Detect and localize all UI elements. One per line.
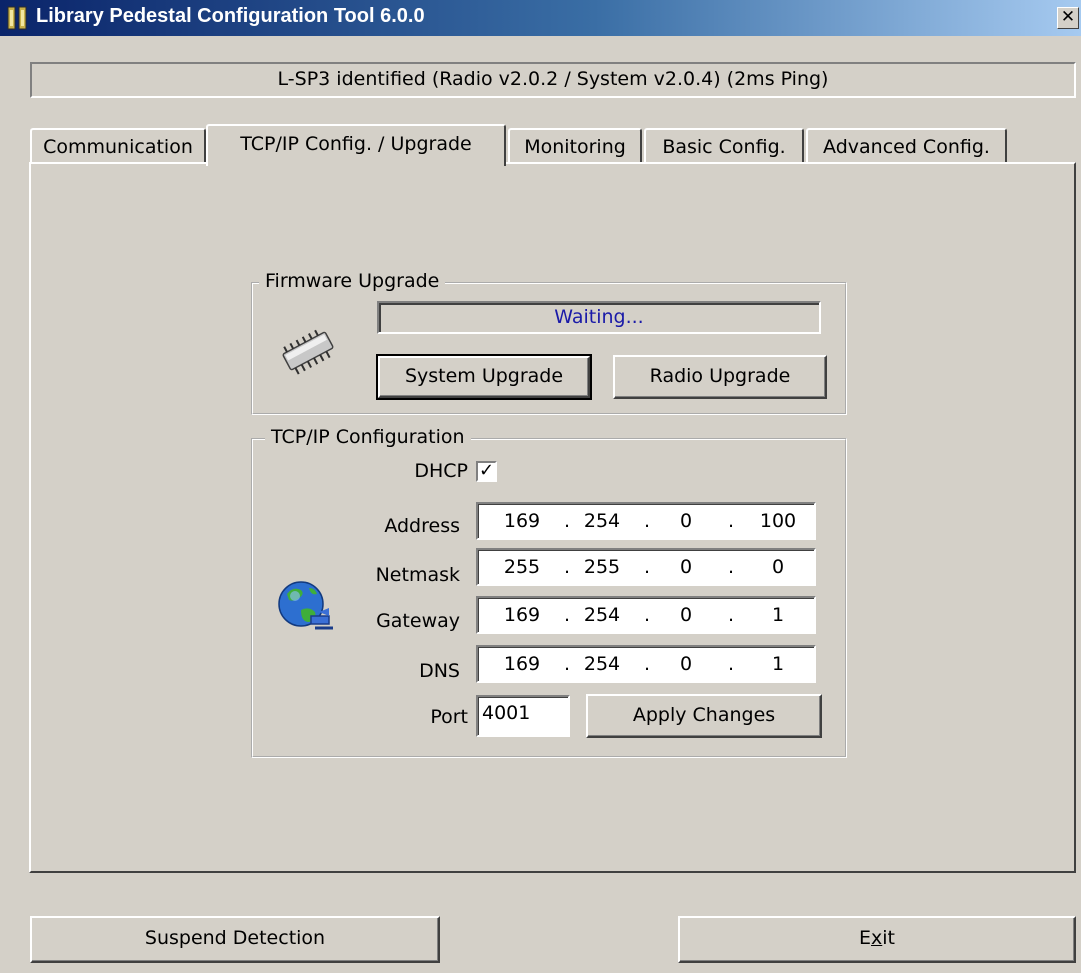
close-button[interactable]: ✕ bbox=[1057, 7, 1079, 29]
ip-octet: 255 bbox=[503, 556, 541, 578]
globe-network-icon bbox=[278, 581, 333, 630]
tab-basic-config[interactable]: Basic Config. bbox=[644, 128, 804, 164]
ip-octet: 1 bbox=[771, 653, 785, 675]
radio-upgrade-button[interactable]: Radio Upgrade bbox=[613, 355, 827, 399]
ip-octet: 254 bbox=[583, 604, 621, 626]
ip-separator: . bbox=[644, 604, 651, 626]
progress-status-text: Waiting... bbox=[554, 306, 644, 328]
button-label: Radio Upgrade bbox=[649, 365, 791, 387]
exit-label-suffix: it bbox=[882, 927, 895, 949]
app-window: Library Pedestal Configuration Tool 6.0.… bbox=[0, 0, 1081, 973]
ip-separator: . bbox=[644, 653, 651, 675]
button-label: Exit bbox=[859, 927, 895, 949]
button-label: Apply Changes bbox=[632, 704, 776, 726]
tab-advanced-config[interactable]: Advanced Config. bbox=[806, 128, 1007, 164]
tab-label: TCP/IP Config. / Upgrade bbox=[240, 133, 472, 155]
tab-label: Basic Config. bbox=[662, 136, 786, 158]
exit-label-mnemonic: x bbox=[871, 927, 883, 949]
gateway-ip-field[interactable]: 169 . 254 . 0 . 1 bbox=[476, 596, 816, 634]
address-label: Address bbox=[384, 515, 460, 537]
ip-separator: . bbox=[564, 510, 571, 532]
status-bar: L-SP3 identified (Radio v2.0.2 / System … bbox=[30, 62, 1076, 98]
tab-tcpip-upgrade[interactable]: TCP/IP Config. / Upgrade bbox=[206, 124, 506, 166]
ip-separator: . bbox=[564, 604, 571, 626]
ip-octet: 254 bbox=[583, 510, 621, 532]
ip-octet: 1 bbox=[771, 604, 785, 626]
ip-separator: . bbox=[564, 556, 571, 578]
tab-monitoring[interactable]: Monitoring bbox=[508, 128, 642, 164]
exit-label-prefix: E bbox=[859, 927, 872, 949]
exit-button[interactable]: Exit bbox=[678, 916, 1076, 963]
firmware-upgrade-legend: Firmware Upgrade bbox=[259, 270, 446, 292]
netmask-label: Netmask bbox=[375, 564, 460, 586]
gateway-label: Gateway bbox=[376, 610, 460, 632]
port-input[interactable]: 4001 bbox=[476, 695, 570, 737]
system-upgrade-button[interactable]: System Upgrade bbox=[376, 354, 592, 400]
chip-icon bbox=[282, 329, 334, 375]
window-title: Library Pedestal Configuration Tool 6.0.… bbox=[36, 5, 425, 27]
ip-separator: . bbox=[728, 556, 735, 578]
ip-octet: 0 bbox=[679, 556, 693, 578]
ip-separator: . bbox=[728, 510, 735, 532]
firmware-progress-bar: Waiting... bbox=[377, 301, 821, 334]
ip-octet: 169 bbox=[503, 653, 541, 675]
ip-separator: . bbox=[728, 653, 735, 675]
netmask-ip-field[interactable]: 255 . 255 . 0 . 0 bbox=[476, 548, 816, 586]
ip-octet: 169 bbox=[503, 510, 541, 532]
app-icon bbox=[7, 6, 27, 30]
port-value: 4001 bbox=[482, 702, 531, 724]
button-label: Suspend Detection bbox=[144, 927, 326, 949]
tab-label: Monitoring bbox=[524, 136, 626, 158]
apply-changes-button[interactable]: Apply Changes bbox=[586, 694, 822, 738]
checkmark-icon: ✓ bbox=[478, 460, 495, 481]
button-label: System Upgrade bbox=[404, 365, 564, 387]
ip-separator: . bbox=[728, 604, 735, 626]
dns-ip-field[interactable]: 169 . 254 . 0 . 1 bbox=[476, 645, 816, 683]
ip-separator: . bbox=[644, 510, 651, 532]
ip-octet: 0 bbox=[679, 653, 693, 675]
dns-label: DNS bbox=[419, 660, 460, 682]
tab-label: Advanced Config. bbox=[823, 136, 990, 158]
dhcp-label: DHCP bbox=[414, 460, 468, 482]
ip-octet: 0 bbox=[771, 556, 785, 578]
ip-octet: 100 bbox=[759, 510, 797, 532]
ip-octet: 169 bbox=[503, 604, 541, 626]
close-icon: ✕ bbox=[1060, 7, 1076, 27]
ip-octet: 0 bbox=[679, 510, 693, 532]
suspend-detection-button[interactable]: Suspend Detection bbox=[30, 916, 440, 963]
ip-octet: 0 bbox=[679, 604, 693, 626]
address-ip-field[interactable]: 169 . 254 . 0 . 100 bbox=[476, 502, 816, 540]
ip-separator: . bbox=[564, 653, 571, 675]
port-label: Port bbox=[430, 706, 468, 728]
tab-label: Communication bbox=[43, 136, 193, 158]
dhcp-checkbox[interactable]: ✓ bbox=[476, 461, 497, 482]
tab-communication[interactable]: Communication bbox=[30, 128, 206, 164]
ip-octet: 254 bbox=[583, 653, 621, 675]
tcpip-configuration-legend: TCP/IP Configuration bbox=[265, 426, 471, 448]
ip-separator: . bbox=[644, 556, 651, 578]
ip-octet: 255 bbox=[583, 556, 621, 578]
title-bar[interactable]: Library Pedestal Configuration Tool 6.0.… bbox=[0, 0, 1081, 36]
status-text: L-SP3 identified (Radio v2.0.2 / System … bbox=[277, 68, 829, 90]
